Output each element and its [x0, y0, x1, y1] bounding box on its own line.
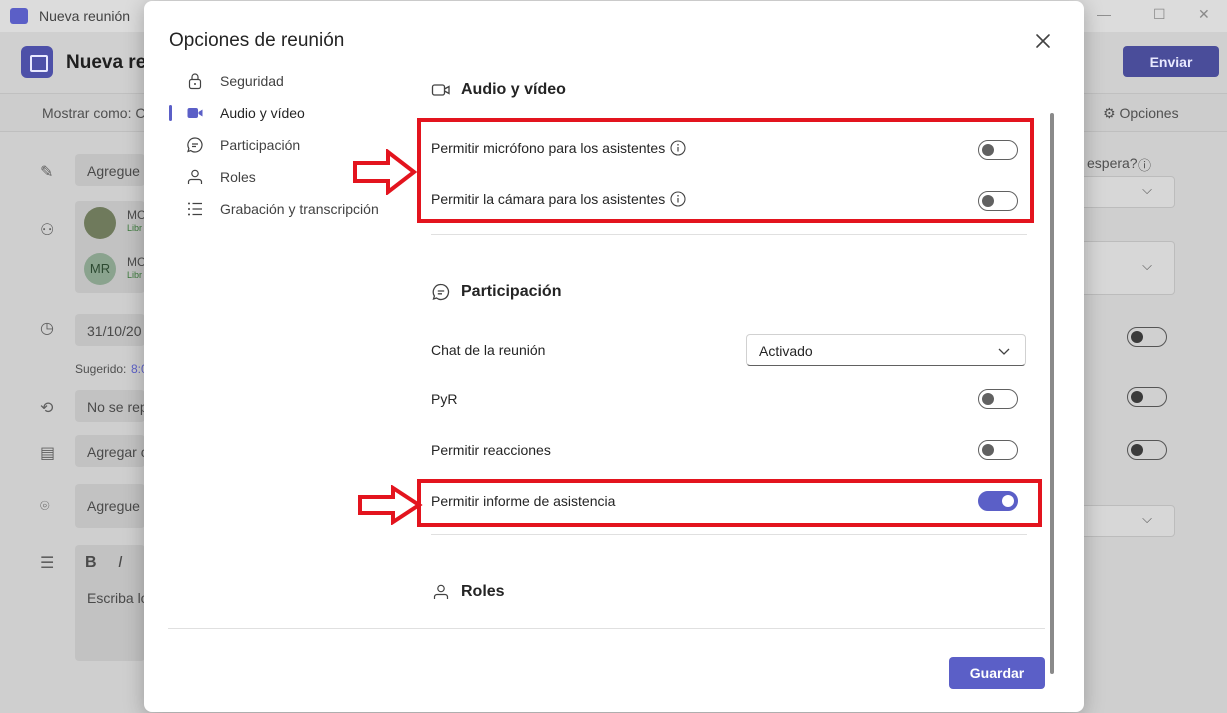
minimize-icon[interactable]: —: [1097, 6, 1111, 22]
nav-label: Participación: [220, 137, 301, 153]
attendees-field[interactable]: MC Libr MR MC Libr: [75, 201, 145, 293]
video-camera-icon: [431, 80, 451, 100]
audio-video-section-title: Audio y vídeo: [431, 80, 566, 100]
background-toggle[interactable]: [1127, 327, 1167, 347]
nav-label: Seguridad: [220, 73, 284, 89]
add-person-icon: ⚇: [40, 222, 55, 239]
nav-label: Grabación y transcripción: [220, 201, 379, 217]
pencil-icon: ✎: [40, 164, 54, 181]
qna-option-label: PyR: [431, 391, 458, 407]
repeat-icon: ⟲: [40, 400, 54, 417]
attendee-status: Libr: [127, 223, 143, 233]
teams-logo-icon: [10, 8, 28, 24]
nav-label: Audio y vídeo: [220, 105, 305, 121]
highlight-box-audio-video: [417, 118, 1034, 223]
close-button[interactable]: [1031, 29, 1055, 53]
window-title: Nueva reunión: [39, 8, 131, 24]
nav-item-audio-video[interactable]: Audio y vídeo: [168, 97, 398, 129]
close-icon: [1036, 34, 1050, 48]
repeat-field[interactable]: No se rep: [75, 390, 145, 422]
options-label: Opciones: [1119, 105, 1179, 121]
dialog-title: Opciones de reunión: [169, 30, 345, 51]
participation-section-title: Participación: [431, 282, 561, 302]
options-nav: Seguridad Audio y vídeo Participación Ro…: [168, 65, 398, 225]
show-as-dropdown[interactable]: Mostrar como: C: [42, 105, 145, 121]
person-icon: [431, 582, 451, 602]
highlight-box-attendance: [417, 479, 1042, 527]
title-field[interactable]: Agregue: [75, 154, 145, 186]
reactions-option-label: Permitir reacciones: [431, 442, 551, 458]
chevron-down-icon: ⌵: [1142, 511, 1152, 526]
description-placeholder: Escriba lo: [87, 590, 145, 606]
video-camera-icon: [185, 103, 205, 123]
lobby-question: espera?: [1087, 155, 1138, 171]
lock-icon: [185, 71, 205, 91]
qna-toggle[interactable]: [978, 389, 1018, 409]
channel-field[interactable]: Agregar c: [75, 435, 145, 467]
red-arrow-icon: [358, 485, 423, 525]
chat-icon: [431, 282, 451, 302]
background-dropdown[interactable]: ⌵: [1075, 505, 1175, 537]
chat-option-label: Chat de la reunión: [431, 342, 546, 358]
nav-item-recording[interactable]: Grabación y transcripción: [168, 193, 398, 225]
person-icon: [185, 167, 205, 187]
italic-button[interactable]: I: [118, 554, 122, 572]
red-arrow-icon: [353, 149, 418, 195]
date-field[interactable]: 31/10/20: [75, 314, 145, 346]
options-button[interactable]: ⚙ Opciones: [1103, 105, 1179, 122]
attendee-status: Libr: [127, 270, 143, 280]
toggle-knob: [982, 444, 994, 456]
chat-dropdown-value: Activado: [759, 343, 813, 359]
section-divider: [431, 234, 1027, 235]
chevron-down-icon: ⌵: [1142, 258, 1152, 273]
lobby-dropdown[interactable]: ⌵: [1075, 176, 1175, 208]
chevron-down-icon: ⌵: [1142, 182, 1152, 197]
nav-item-security[interactable]: Seguridad: [168, 65, 398, 97]
channel-icon: ▤: [40, 445, 56, 462]
bold-button[interactable]: B: [85, 554, 97, 572]
maximize-icon[interactable]: ☐: [1153, 6, 1166, 23]
list-format-icon: ☰: [40, 555, 55, 572]
avatar: MR: [84, 253, 116, 285]
description-field[interactable]: B I Escriba lo: [75, 545, 145, 661]
list-icon: [185, 199, 205, 219]
suggested-label: Sugerido:: [75, 362, 127, 376]
avatar: [84, 207, 116, 239]
attendee-name: MC: [127, 255, 145, 269]
chat-dropdown[interactable]: Activado: [746, 334, 1026, 366]
chat-icon: [185, 135, 205, 155]
send-button[interactable]: Enviar: [1123, 46, 1219, 77]
section-divider: [431, 534, 1027, 535]
window-close-icon[interactable]: ✕: [1198, 6, 1210, 23]
roles-section-title: Roles: [431, 582, 505, 602]
nav-label: Roles: [220, 169, 256, 185]
section-title-text: Roles: [461, 583, 505, 600]
location-icon: ⌾: [40, 498, 50, 515]
presenters-dropdown[interactable]: ⌵: [1075, 241, 1175, 295]
chevron-down-icon: [998, 348, 1010, 355]
footer-divider: [168, 628, 1045, 629]
clock-icon: ◷: [40, 320, 54, 337]
background-toggle[interactable]: [1127, 440, 1167, 460]
calendar-icon: [21, 46, 53, 78]
section-title-text: Participación: [461, 283, 562, 300]
save-button[interactable]: Guardar: [949, 657, 1045, 689]
location-field[interactable]: Agregue: [75, 484, 145, 528]
info-icon: ⓘ: [1138, 158, 1152, 173]
reactions-toggle[interactable]: [978, 440, 1018, 460]
attendee-name: MC: [127, 208, 145, 222]
scrollbar[interactable]: [1050, 113, 1054, 674]
toggle-knob: [982, 393, 994, 405]
section-title-text: Audio y vídeo: [461, 81, 566, 98]
meeting-options-dialog: Opciones de reunión Seguridad Audio y ví…: [144, 1, 1084, 712]
background-toggle[interactable]: [1127, 387, 1167, 407]
